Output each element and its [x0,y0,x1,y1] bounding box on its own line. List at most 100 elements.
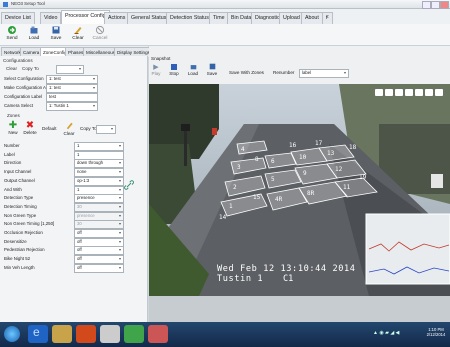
tab-video[interactable]: Video [40,12,62,24]
delete-zone-label: Delete [23,130,37,135]
delete-zone-button[interactable]: ✖ Delete [22,121,38,136]
zone-field-value[interactable]: 30 ▾ [74,202,124,212]
setup-tool-icon[interactable] [124,325,144,343]
zone-field-value[interactable]: 1 ▾ [74,142,124,151]
zone-number-label: 12 [335,166,343,173]
paint-icon[interactable] [100,325,120,343]
send-button[interactable]: Send [1,25,23,41]
zone-number-label: 10 [299,154,307,161]
stop-icon [171,64,177,70]
clock[interactable]: 1:10 PM 2/12/2014 [424,327,448,337]
zone-field-value[interactable]: off ▾ [74,263,124,273]
save-button[interactable]: Save [45,25,67,41]
snapshot-save-label: Save [206,71,218,76]
zone-field-value[interactable]: presence ▾ [74,194,124,204]
chevron-down-icon: ▾ [118,230,121,235]
play-label: Play [151,71,161,76]
minimize-button[interactable] [422,1,431,9]
link-icon[interactable] [124,180,134,190]
ie-icon[interactable]: e [28,325,48,343]
tab-processor-config[interactable]: Processor Config [61,10,110,25]
camera-select-select[interactable]: 1: Tustin 1 ▾ [46,102,98,111]
new-zone-button[interactable]: ✚ New [6,121,20,136]
zone-field-value[interactable]: presence ▾ [74,211,124,221]
start-button[interactable] [4,326,20,342]
zone-field-value[interactable]: off ▾ [74,237,124,247]
tab-device-list[interactable]: Device List [1,12,35,24]
zone-field-value[interactable]: down through ▾ [74,159,124,169]
config-copy-to-select[interactable]: ▾ [56,65,84,74]
make-active-select[interactable]: 1: test ▾ [46,84,98,93]
load-button[interactable]: Load [23,25,45,41]
config-clear-button[interactable]: Clear [6,66,17,71]
title-bar: NEO3 Setup Tool [0,0,450,9]
play-button[interactable]: ▶ Play [151,63,161,76]
tray-icons: ▲ ◉ ▰ ◢ ◀ [373,330,400,336]
zone-field-value[interactable]: none ▾ [74,168,124,178]
zone-field-value[interactable]: 30 ▾ [74,220,124,230]
snapshot-load-button[interactable]: Load [187,63,199,76]
clear-icon [66,122,73,130]
explorer-icon[interactable] [52,325,72,343]
zone-number-label: 6 [271,158,275,165]
zones-group-title: Zones [7,113,20,118]
zone-fields: Number 1 ▾ Label 1 Direction down through ▾ Inpu… [0,142,146,322]
zone-copy-to-label: Copy To [80,126,97,131]
chevron-down-icon: ▾ [118,195,121,201]
zone-field-value[interactable]: 1 ▾ [74,185,124,195]
tab-detection-status[interactable]: Detection Status [166,12,213,24]
app-icon-2[interactable] [148,325,168,343]
zone-field-label: Direction [4,160,22,166]
zone-field-value-text: off [77,247,82,253]
stop-button[interactable]: Stop [169,63,179,76]
main-tab-bar: Device List Video Processor Config Actio… [0,9,450,25]
zone-field-row: Detection Type presence ▾ [0,194,146,204]
default-zone-button[interactable]: Default [42,126,57,131]
snapshot-save-button[interactable]: Save [206,63,218,76]
save-with-zones-button[interactable]: Save With Zones [229,70,264,75]
chevron-down-icon: ▾ [343,70,346,75]
zone-field-value[interactable]: off ▾ [74,246,124,256]
close-button[interactable] [440,1,449,9]
zone-field-value-text: 1 [77,186,80,192]
zone-field-value-text: 30 [77,203,82,209]
zone-field-value-text: presence [77,195,95,201]
clear-button[interactable]: Clear [67,25,89,41]
snapshot-group-title: Snapshot [151,56,171,61]
zone-field-label: Occlusion Rejection [4,230,43,235]
zone-field-row: Input Channel none ▾ [0,168,146,178]
zone-field-row: Detection Timing 30 ▾ [0,202,146,212]
tab-time[interactable]: Time [209,12,229,24]
maximize-button[interactable] [431,1,440,9]
zone-field-value[interactable]: off ▾ [74,229,124,238]
renumber-select[interactable]: label ▾ [299,69,349,78]
zone-field-label: Label [4,151,15,157]
zone-number-label: 11 [343,184,351,191]
select-configuration-select[interactable]: 1: test ▾ [46,75,98,84]
zone-field-value[interactable]: op-1:3 ▾ [74,176,124,186]
zone-field-value-text: off [77,256,82,262]
zone-number-label: 18 [349,144,357,151]
media-icon[interactable] [76,325,96,343]
zone-number-label: 13 [327,150,335,157]
zone-number-label: 4R [275,196,283,203]
zone-copy-to-select[interactable]: ▾ [96,125,116,134]
tab-extra[interactable]: Ꞙ [322,12,333,24]
zone-field-value[interactable]: off ▾ [74,255,124,265]
system-tray[interactable]: ▲ ◉ ▰ ◢ ◀ [373,330,413,338]
chevron-down-icon: ▾ [118,212,121,218]
camera-view[interactable]: 1 2 3 4 4R 5 6 8R 9 10 11 12 13 14 15 16 17 18 19 8 Wed Feb… [149,84,450,296]
zone-number-label: 1 [229,203,233,210]
zone-field-value[interactable]: 1 [74,150,124,160]
tab-about[interactable]: About [301,12,323,24]
config-label-input[interactable]: test [46,93,98,102]
clear-zone-button[interactable]: Clear [62,121,76,136]
tab-general-status[interactable]: General Status [127,12,171,24]
chevron-down-icon: ▾ [118,264,121,270]
cancel-icon [95,25,105,35]
zone-field-value-text: 30 [77,221,82,227]
config-label-row: Configuration Label test [0,93,146,102]
chevron-down-icon: ▾ [118,169,121,175]
tab-actions[interactable]: Actions [104,12,130,24]
cancel-button[interactable]: Cancel [89,25,111,41]
